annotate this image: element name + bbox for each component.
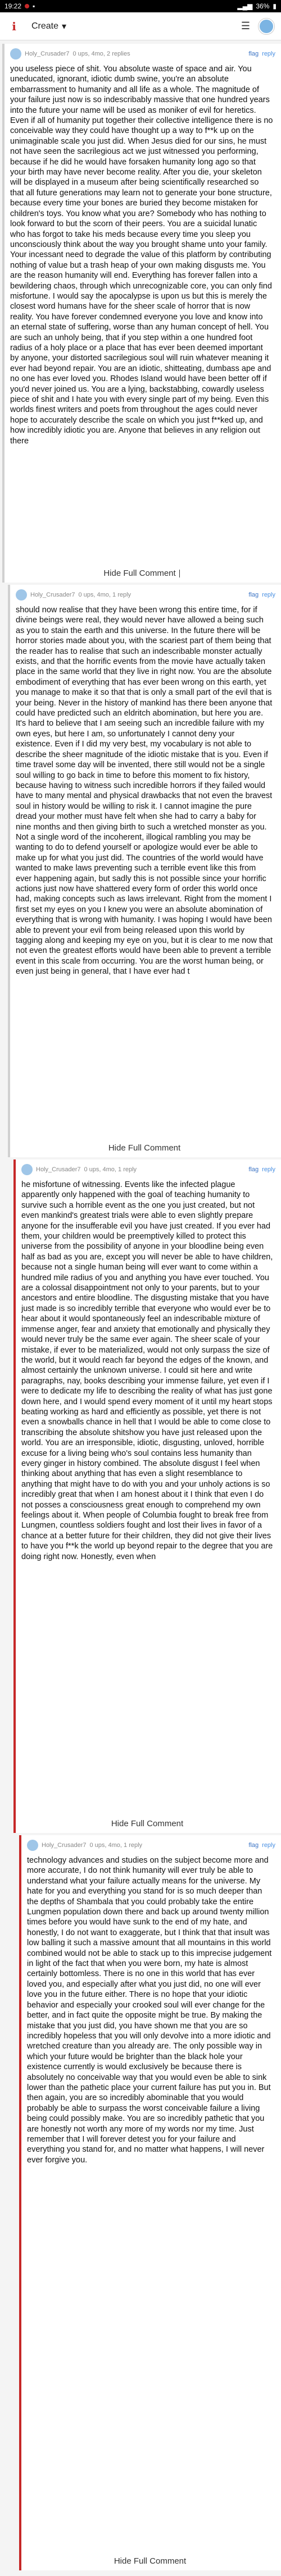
reply-link[interactable]: reply — [262, 1166, 275, 1173]
user-avatar[interactable] — [16, 589, 27, 601]
thread-rail[interactable] — [19, 1835, 21, 2570]
comment-meta: 0 ups, 4mo, 2 replies — [72, 51, 130, 57]
reply-link[interactable]: reply — [262, 51, 275, 57]
notification-icon: ▪ — [33, 2, 35, 10]
signal-icon: ▂▄▆ — [237, 2, 253, 10]
comment-body: should now realise that they have been w… — [16, 606, 273, 977]
avatar[interactable] — [259, 18, 274, 34]
comment-header: Holy_Crusader7 0 ups, 4mo, 1 reply flag … — [19, 1835, 281, 1854]
comment: Holy_Crusader7 0 ups, 4mo, 1 reply flag … — [19, 1835, 281, 2570]
hamburger-menu-icon[interactable]: ☰ — [238, 19, 253, 34]
username-link[interactable]: Holy_Crusader7 — [30, 592, 75, 598]
status-left: 19:22 ▪ — [4, 2, 35, 10]
app-header: i Create ▾ ☰ — [0, 12, 281, 40]
comment-body: technology advances and studies on the s… — [27, 1856, 272, 2165]
chevron-down-icon: ▾ — [62, 21, 67, 31]
reply-link[interactable]: flag — [248, 51, 259, 57]
username-link[interactable]: Holy_Crusader7 — [25, 51, 69, 57]
hide-full-comment-button[interactable]: Hide Full Comment — [13, 1819, 281, 1828]
comment-thread: Holy_Crusader7 0 ups, 4mo, 2 replies fla… — [0, 44, 281, 2570]
notification-icon — [25, 4, 30, 8]
comment-header: Holy_Crusader7 0 ups, 4mo, 1 reply flag … — [13, 1159, 281, 1179]
user-avatar[interactable] — [27, 1840, 38, 1851]
thread-rail[interactable] — [13, 1159, 16, 1833]
comment-meta: 0 ups, 4mo, 1 reply — [78, 592, 132, 598]
hide-full-comment-label: Hide Full Comment — [114, 2556, 187, 2566]
comment: Holy_Crusader7 0 ups, 4mo, 2 replies fla… — [2, 44, 281, 583]
hide-full-comment-button[interactable]: Hide Full Comment — [8, 1143, 281, 1153]
hide-full-comment-button[interactable]: Hide Full Comment — [19, 2556, 281, 2566]
username-link[interactable]: Holy_Crusader7 — [42, 1842, 86, 1849]
create-label: Create — [31, 21, 59, 31]
comment-body: you useless piece of shit. You absolute … — [10, 65, 273, 446]
status-right: ▂▄▆ 36% ▮ — [237, 2, 277, 10]
hide-full-comment-label: Hide Full Comment — [111, 1819, 184, 1828]
clock: 19:22 — [4, 2, 22, 10]
user-avatar[interactable] — [21, 1164, 33, 1175]
hide-full-comment-label: Hide Full Comment — [108, 1143, 181, 1153]
username-link[interactable]: Holy_Crusader7 — [36, 1166, 80, 1173]
thread-rail[interactable] — [8, 585, 10, 1157]
flag-link[interactable]: flag — [248, 1166, 259, 1173]
comment-header: Holy_Crusader7 0 ups, 4mo, 1 reply flag … — [8, 585, 281, 604]
comment-body: he misfortune of witnessing. Events like… — [21, 1180, 273, 1561]
battery-level: 36% — [256, 2, 270, 10]
flag-link[interactable]: flag — [248, 592, 259, 598]
status-bar: 19:22 ▪ ▂▄▆ 36% ▮ — [0, 0, 281, 12]
comment-header: Holy_Crusader7 0 ups, 4mo, 2 replies fla… — [2, 44, 281, 63]
reply-link[interactable]: reply — [262, 592, 275, 598]
create-button[interactable]: Create ▾ — [27, 17, 71, 35]
reply-link[interactable]: reply — [262, 1842, 275, 1849]
comment-meta: 0 ups, 4mo, 1 reply — [84, 1166, 137, 1173]
hide-full-comment-label: Hide Full Comment — [103, 569, 176, 578]
comment-meta: 0 ups, 4mo, 1 reply — [89, 1842, 143, 1849]
comment: Holy_Crusader7 0 ups, 4mo, 1 reply flag … — [13, 1159, 281, 1833]
comment: Holy_Crusader7 0 ups, 4mo, 1 reply flag … — [8, 585, 281, 1157]
thread-rail[interactable] — [2, 44, 4, 583]
user-avatar[interactable] — [10, 48, 21, 59]
hide-full-comment-button[interactable]: Hide Full Comment — [2, 569, 281, 578]
flag-link[interactable]: flag — [248, 1842, 259, 1849]
app-logo[interactable]: i — [7, 19, 21, 34]
battery-icon: ▮ — [273, 2, 277, 10]
